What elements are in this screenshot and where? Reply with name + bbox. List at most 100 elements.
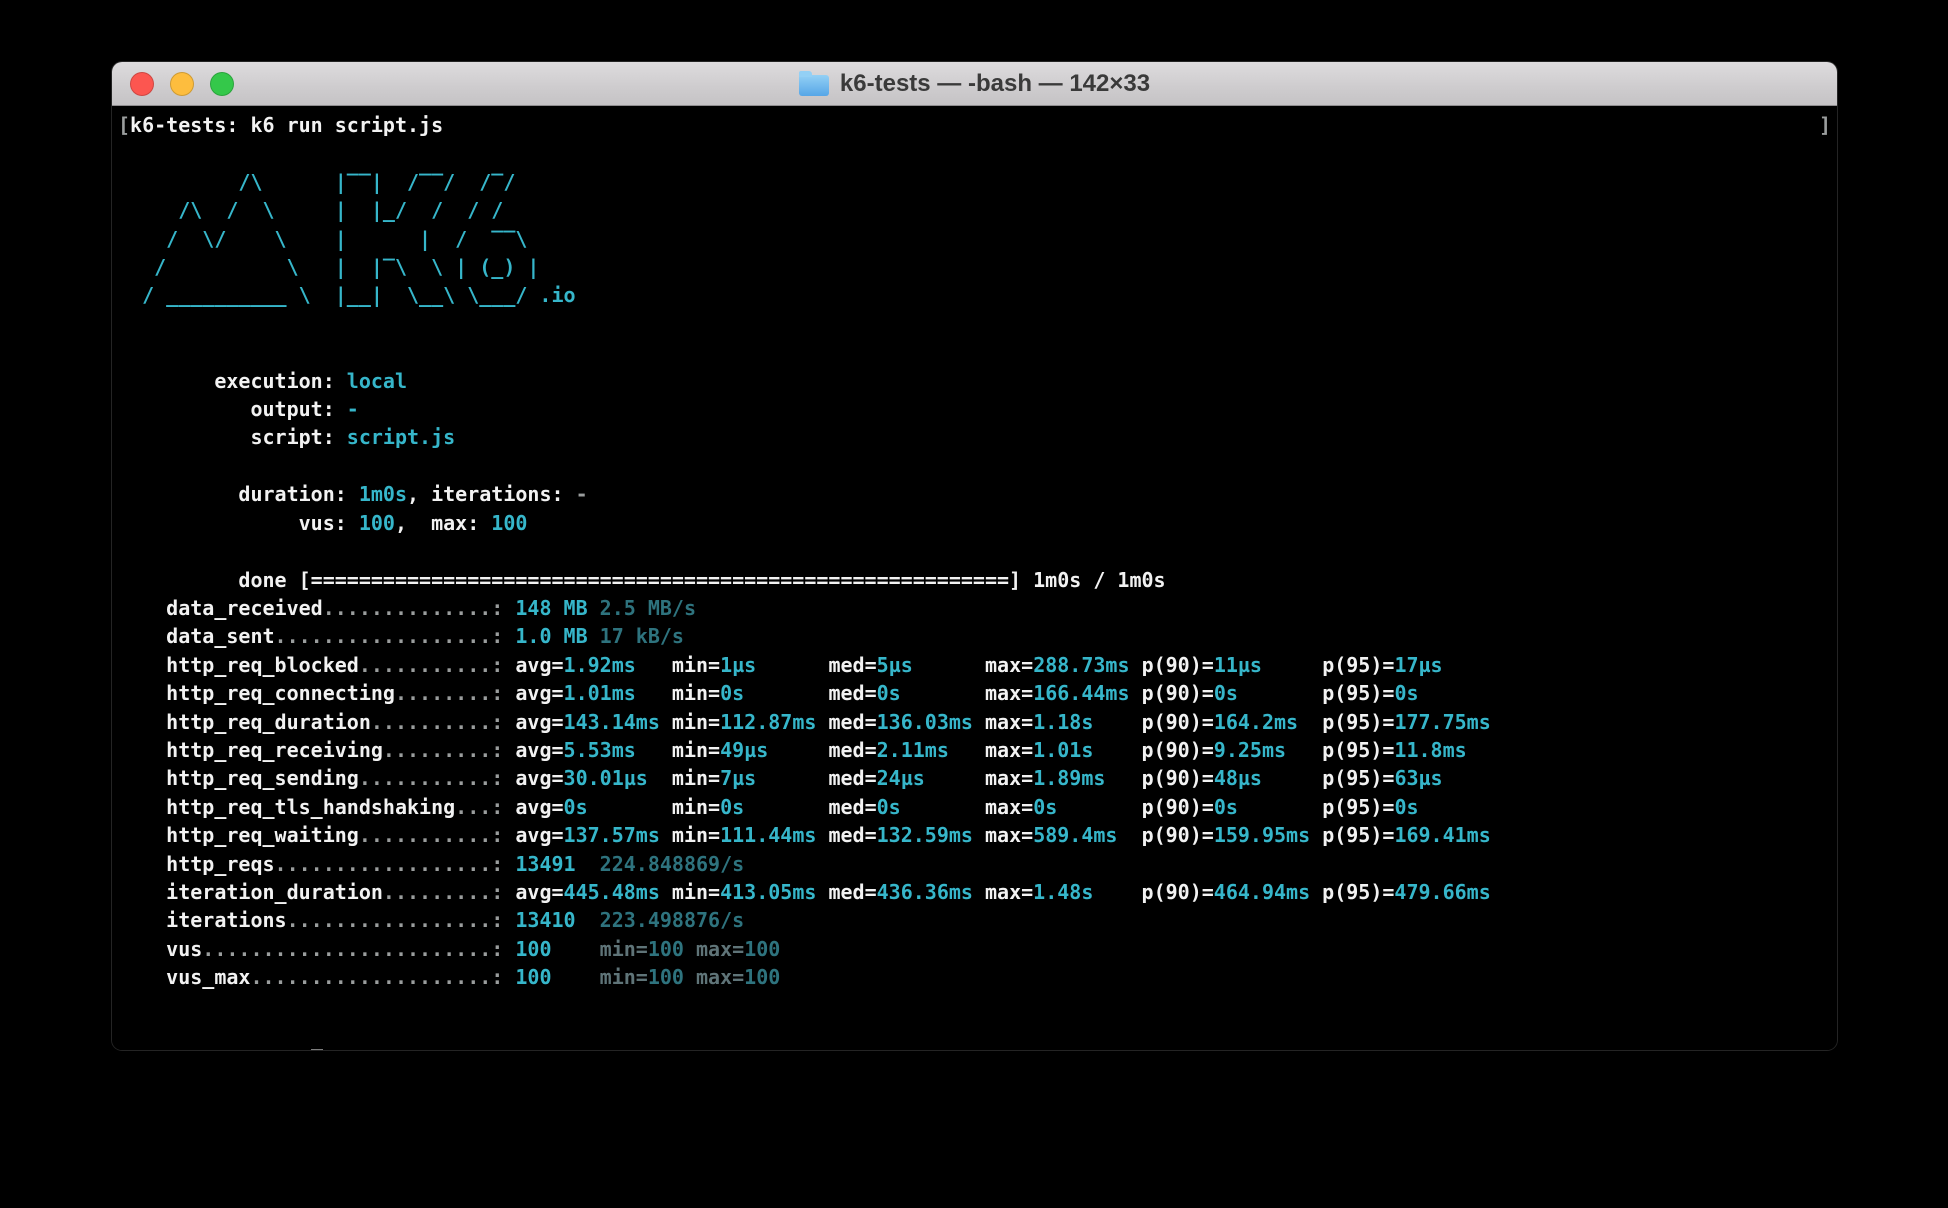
- metric-row-http_req_waiting: http_req_waiting...........: avg=137.57m…: [118, 821, 1831, 849]
- iteration_duration-name: iteration_duration: [118, 880, 383, 904]
- http_req_tls_handshaking-lbl: med=: [828, 795, 876, 819]
- vus_max-dimlbl: min=: [600, 965, 648, 989]
- minimize-button[interactable]: [170, 72, 194, 96]
- http_req_receiving-lbl: max=: [985, 738, 1033, 762]
- http_req_blocked-lbl: p(95)=: [1322, 653, 1394, 677]
- window-titlebar[interactable]: k6-tests — -bash — 142×33: [112, 62, 1837, 106]
- http_req_waiting-val: 589.4ms: [1033, 823, 1141, 847]
- http_req_waiting-lbl: med=: [828, 823, 876, 847]
- zoom-button[interactable]: [210, 72, 234, 96]
- iteration_duration-val: 413.05ms: [720, 880, 828, 904]
- vus-dim: 100: [744, 937, 780, 961]
- metric-row-data_received: data_received..............: 148 MB 2.5 …: [118, 594, 1831, 622]
- http_req_tls_handshaking-val: 0s: [564, 795, 672, 819]
- http_req_tls_handshaking-dots: ...:: [455, 795, 515, 819]
- script-line: script: script.js: [118, 395, 1831, 423]
- http_req_sending-lbl: p(90)=: [1142, 766, 1214, 790]
- data_sent-dots: ..................:: [275, 624, 516, 648]
- k6-banner-line-5: / __________ \ |__| \__\ \___/ .io: [118, 281, 1831, 309]
- vus_max-dimlbl: max=: [684, 965, 744, 989]
- http_req_receiving-val: 9.25ms: [1214, 738, 1322, 762]
- prompt-line: k6-tests:: [118, 1020, 1831, 1048]
- iteration_duration-lbl: p(90)=: [1142, 880, 1214, 904]
- http_req_blocked-val: 11µs: [1214, 653, 1322, 677]
- http_req_waiting-lbl: p(95)=: [1322, 823, 1394, 847]
- blank-line: [118, 992, 1831, 1020]
- output-label: output:: [190, 397, 347, 421]
- http_req_tls_handshaking-val: 0s: [877, 795, 985, 819]
- blank-line: [118, 139, 1831, 167]
- http_req_receiving-val: 49µs: [720, 738, 828, 762]
- iteration_duration-val: 436.36ms: [877, 880, 985, 904]
- http_req_duration-val: 177.75ms: [1394, 710, 1490, 734]
- http_req_connecting-val: 166.44ms: [1033, 681, 1141, 705]
- http_req_duration-val: 164.2ms: [1214, 710, 1322, 734]
- http_req_duration-lbl: min=: [672, 710, 720, 734]
- http_req_waiting-dots: ...........:: [359, 823, 516, 847]
- http_req_connecting-lbl: p(95)=: [1322, 681, 1394, 705]
- http_req_duration-lbl: max=: [985, 710, 1033, 734]
- iterations-dim: 223.498876/s: [600, 908, 745, 932]
- output-value: -: [347, 397, 359, 421]
- http_req_connecting-val: 0s: [1394, 681, 1418, 705]
- http_req_duration-val: 112.87ms: [720, 710, 828, 734]
- http_req_receiving-val: 5.53ms: [564, 738, 672, 762]
- http_req_tls_handshaking-lbl: avg=: [515, 795, 563, 819]
- http_req_tls_handshaking-val: 0s: [1214, 795, 1322, 819]
- http_req_tls_handshaking-name: http_req_tls_handshaking: [118, 795, 455, 819]
- http_req_waiting-lbl: max=: [985, 823, 1033, 847]
- http_req_waiting-lbl: avg=: [515, 823, 563, 847]
- metrics-table: data_received..............: 148 MB 2.5 …: [118, 594, 1831, 992]
- http_reqs-val: 13491: [515, 852, 599, 876]
- vus_max-dim: 100: [648, 965, 684, 989]
- http_req_connecting-val: 0s: [877, 681, 985, 705]
- execution-value: local: [347, 369, 407, 393]
- metric-row-http_req_connecting: http_req_connecting........: avg=1.01ms …: [118, 679, 1831, 707]
- iteration_duration-lbl: avg=: [515, 880, 563, 904]
- http_req_waiting-val: 137.57ms: [564, 823, 672, 847]
- iterations-dots: .................:: [287, 908, 516, 932]
- http_req_sending-val: 1.89ms: [1033, 766, 1141, 790]
- vus-dim: 100: [648, 937, 684, 961]
- http_req_duration-lbl: med=: [828, 710, 876, 734]
- http_req_connecting-val: 0s: [720, 681, 828, 705]
- http_req_duration-lbl: p(95)=: [1322, 710, 1394, 734]
- http_req_receiving-name: http_req_receiving: [118, 738, 383, 762]
- http_req_sending-val: 48µs: [1214, 766, 1322, 790]
- http_req_receiving-lbl: med=: [828, 738, 876, 762]
- data_sent-val: 1.0 MB: [515, 624, 599, 648]
- iteration_duration-val: 464.94ms: [1214, 880, 1322, 904]
- http_req_receiving-val: 11.8ms: [1394, 738, 1466, 762]
- folder-icon: [799, 75, 829, 96]
- metric-row-http_req_tls_handshaking: http_req_tls_handshaking...: avg=0s min=…: [118, 793, 1831, 821]
- http_req_blocked-val: 17µs: [1394, 653, 1442, 677]
- http_req_connecting-lbl: med=: [828, 681, 876, 705]
- http_req_sending-val: 30.01µs: [564, 766, 672, 790]
- http_req_receiving-dots: .........:: [383, 738, 515, 762]
- http_req_sending-name: http_req_sending: [118, 766, 359, 790]
- iterations-label: , iterations:: [407, 482, 576, 506]
- close-button[interactable]: [130, 72, 154, 96]
- http_req_duration-val: 1.18s: [1033, 710, 1141, 734]
- vus-dots: ........................:: [202, 937, 515, 961]
- blank-line: [118, 310, 1831, 338]
- http_req_connecting-val: 1.01ms: [564, 681, 672, 705]
- iteration_duration-lbl: p(95)=: [1322, 880, 1394, 904]
- http_req_connecting-lbl: avg=: [515, 681, 563, 705]
- http_req_tls_handshaking-lbl: max=: [985, 795, 1033, 819]
- http_req_waiting-name: http_req_waiting: [118, 823, 359, 847]
- terminal-content[interactable]: [ k6-tests: k6 run script.js ] /\ |‾‾| /…: [112, 106, 1837, 1050]
- vus-val: 100: [515, 937, 599, 961]
- iteration_duration-lbl: min=: [672, 880, 720, 904]
- progress-bar: done [==================================…: [190, 568, 1165, 592]
- metric-row-http_req_blocked: http_req_blocked...........: avg=1.92ms …: [118, 651, 1831, 679]
- command-line: [ k6-tests: k6 run script.js ]: [118, 111, 1831, 139]
- http_req_sending-lbl: min=: [672, 766, 720, 790]
- duration-line: duration: 1m0s, iterations: -: [118, 452, 1831, 480]
- http_req_blocked-val: 1µs: [720, 653, 828, 677]
- http_req_duration-name: http_req_duration: [118, 710, 371, 734]
- duration-value: 1m0s: [359, 482, 407, 506]
- iterations-name: iterations: [118, 908, 287, 932]
- http_req_blocked-lbl: min=: [672, 653, 720, 677]
- data_received-dots: ..............:: [323, 596, 516, 620]
